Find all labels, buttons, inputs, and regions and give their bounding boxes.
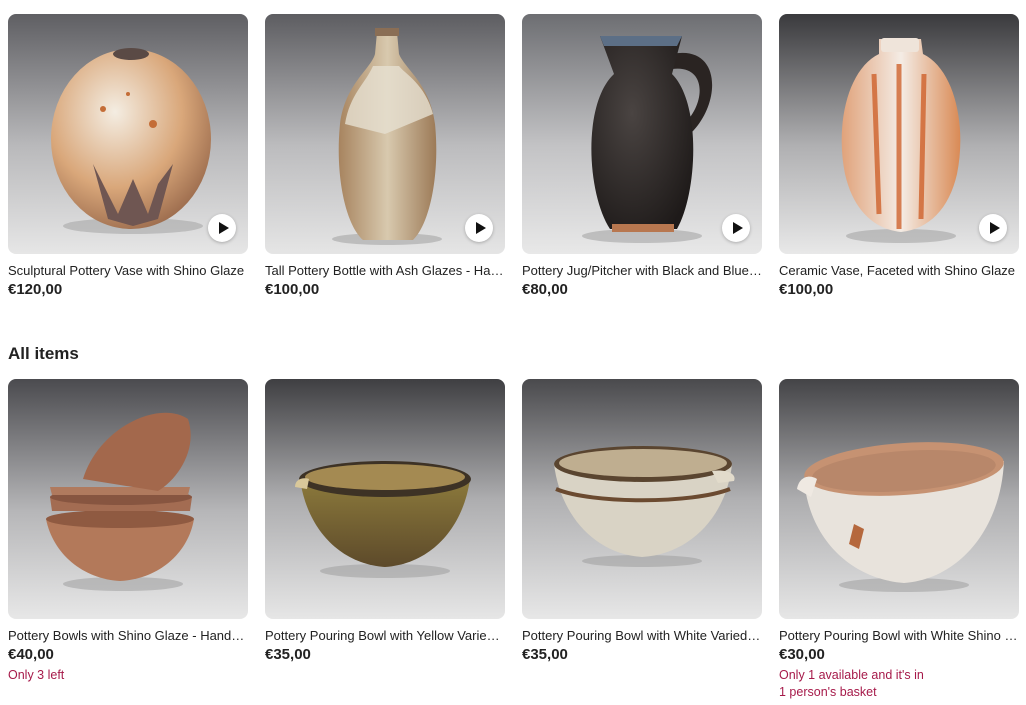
listing-price: €40,00 — [8, 646, 54, 663]
listing-image[interactable] — [265, 379, 505, 619]
play-video-icon[interactable] — [465, 214, 493, 242]
listing-card[interactable]: Pottery Pouring Bowl with White Shino Gl… — [779, 379, 1019, 701]
listing-price: €120,00 — [8, 281, 63, 298]
stock-note: Only 3 left — [8, 667, 248, 684]
listing-card[interactable]: Sculptural Pottery Vase with Shino Glaze… — [8, 14, 248, 299]
play-video-icon[interactable] — [208, 214, 236, 242]
listing-price: €100,00 — [265, 281, 320, 298]
stock-note-line: Only 3 left — [8, 668, 65, 682]
listing-image[interactable] — [8, 14, 248, 254]
listing-image[interactable] — [8, 379, 248, 619]
listing-title[interactable]: Tall Pottery Bottle with Ash Glazes - Ha… — [265, 263, 505, 279]
stock-note-line: 1 person's basket — [779, 685, 877, 699]
listing-card[interactable]: Pottery Pouring Bowl with Yellow Varied … — [265, 379, 505, 701]
listing-image[interactable] — [522, 14, 762, 254]
listing-image[interactable] — [779, 379, 1019, 619]
listing-card[interactable]: Pottery Bowls with Shino Glaze - Handmad… — [8, 379, 248, 701]
listing-price: €80,00 — [522, 281, 568, 298]
listing-title[interactable]: Pottery Pouring Bowl with White Varied G… — [522, 628, 762, 644]
listing-image[interactable] — [265, 14, 505, 254]
listing-card[interactable]: Tall Pottery Bottle with Ash Glazes - Ha… — [265, 14, 505, 299]
stock-note-line: Only 1 available and it's in — [779, 668, 924, 682]
play-video-icon[interactable] — [722, 214, 750, 242]
stock-note: Only 1 available and it's in 1 person's … — [779, 667, 1019, 701]
play-video-icon[interactable] — [979, 214, 1007, 242]
listing-price: €35,00 — [522, 646, 568, 663]
listing-title[interactable]: Sculptural Pottery Vase with Shino Glaze — [8, 263, 248, 279]
all-items-heading: All items — [8, 344, 79, 363]
listing-title[interactable]: Pottery Pouring Bowl with Yellow Varied … — [265, 628, 505, 644]
listing-title[interactable]: Ceramic Vase, Faceted with Shino Glaze — [779, 263, 1019, 279]
listing-title[interactable]: Pottery Jug/Pitcher with Black and Blue … — [522, 263, 762, 279]
listing-title[interactable]: Pottery Pouring Bowl with White Shino Gl… — [779, 628, 1019, 644]
listing-card[interactable]: Pottery Pouring Bowl with White Varied G… — [522, 379, 762, 701]
listing-image[interactable] — [522, 379, 762, 619]
listing-title[interactable]: Pottery Bowls with Shino Glaze - Handmad… — [8, 628, 248, 644]
listing-price: €100,00 — [779, 281, 834, 298]
all-items-listings: Pottery Bowls with Shino Glaze - Handmad… — [8, 379, 1019, 701]
listing-card[interactable]: Ceramic Vase, Faceted with Shino Glaze €… — [779, 14, 1019, 299]
featured-listings: Sculptural Pottery Vase with Shino Glaze… — [8, 14, 1019, 299]
listing-price: €35,00 — [265, 646, 311, 663]
listing-card[interactable]: Pottery Jug/Pitcher with Black and Blue … — [522, 14, 762, 299]
listing-image[interactable] — [779, 14, 1019, 254]
listing-price: €30,00 — [779, 646, 825, 663]
